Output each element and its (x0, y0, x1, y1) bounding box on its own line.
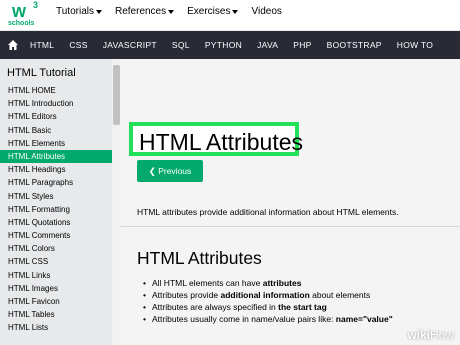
top-nav: Tutorials References Exercises Videos (56, 6, 295, 17)
topics-nav: HTML CSS JAVASCRIPT SQL PYTHON JAVA PHP … (0, 31, 460, 59)
sidebar-item[interactable]: HTML Tables (0, 308, 112, 321)
page-title: HTML Attributes (139, 129, 304, 155)
sidebar-item[interactable]: HTML Formatting (0, 203, 112, 216)
nav-videos-label: Videos (251, 6, 282, 17)
topic-php[interactable]: PHP (293, 40, 311, 50)
scrollbar-thumb[interactable] (113, 65, 120, 125)
divider (121, 226, 460, 227)
sidebar-item[interactable]: HTML Editors (0, 110, 112, 123)
home-icon[interactable] (8, 40, 18, 50)
sidebar: HTML Tutorial HTML HOME HTML Introduction… (0, 59, 112, 345)
sidebar-item[interactable]: HTML Comments (0, 229, 112, 242)
logo-superscript: 3 (33, 0, 39, 10)
sidebar-item[interactable]: HTML Favicon (0, 295, 112, 308)
logo-text: schools (8, 20, 35, 27)
topic-bootstrap[interactable]: BOOTSTRAP (327, 40, 382, 50)
section-title: HTML Attributes (137, 248, 262, 268)
bullet-item: Attributes usually come in name/value pa… (143, 313, 393, 325)
watermark-bold: wiki (407, 328, 430, 342)
nav-tutorials[interactable]: Tutorials (56, 6, 102, 17)
top-bar: w 3 schools Tutorials References Exercis… (0, 0, 460, 31)
sidebar-item[interactable]: HTML Colors (0, 242, 112, 255)
bullet-text: Attributes usually come in name/value pa… (152, 314, 336, 324)
chevron-down-icon (95, 10, 102, 14)
previous-button[interactable]: ❮ Previous (137, 160, 203, 182)
bullet-text-end: about elements (309, 290, 371, 300)
topic-css[interactable]: CSS (69, 40, 87, 50)
topic-python[interactable]: PYTHON (205, 40, 242, 50)
bullet-bold: additional information (220, 290, 310, 300)
bullet-text: All HTML elements can have (152, 278, 263, 288)
bullet-item: Attributes are always specified in the s… (143, 301, 393, 313)
bullet-list: All HTML elements can have attributesAtt… (143, 277, 393, 325)
topic-java[interactable]: JAVA (257, 40, 278, 50)
bullet-text: Attributes provide (152, 290, 221, 300)
highlight-box: HTML Attributes (129, 122, 303, 156)
sidebar-item[interactable]: HTML Links (0, 269, 112, 282)
sidebar-item[interactable]: HTML Introduction (0, 97, 112, 110)
bullet-text: Attributes are always specified in (152, 302, 279, 312)
intro-text: HTML attributes provide additional infor… (137, 207, 399, 217)
main-content: HTML Attributes ❮ Previous HTML attribut… (121, 59, 460, 345)
sidebar-item[interactable]: HTML Lists (0, 321, 112, 334)
sidebar-item[interactable]: HTML Paragraphs (0, 176, 112, 189)
sidebar-item[interactable]: HTML Elements (0, 137, 112, 150)
topic-howto[interactable]: HOW TO (397, 40, 433, 50)
chevron-down-icon (168, 10, 175, 14)
nav-exercises-label: Exercises (187, 6, 231, 17)
sidebar-item[interactable]: HTML CSS (0, 255, 112, 268)
sidebar-item[interactable]: HTML Basic (0, 124, 112, 137)
sidebar-item[interactable]: HTML Images (0, 282, 112, 295)
logo-mark: w (12, 1, 26, 21)
bullet-bold: attributes (262, 278, 302, 288)
topic-html[interactable]: HTML (30, 40, 54, 50)
topic-sql[interactable]: SQL (172, 40, 190, 50)
nav-exercises[interactable]: Exercises (187, 6, 239, 17)
watermark-rest: How (429, 328, 454, 342)
bullet-item: Attributes provide additional informatio… (143, 289, 393, 301)
sidebar-list: HTML HOME HTML Introduction HTML Editors HT… (0, 84, 112, 335)
wikihow-watermark: wikiHow (407, 328, 454, 342)
nav-references-label: References (114, 6, 167, 17)
sidebar-item[interactable]: HTML Headings (0, 163, 112, 176)
sidebar-title: HTML Tutorial (7, 67, 76, 79)
chevron-down-icon (232, 10, 239, 14)
bullet-item: All HTML elements can have attributes (143, 277, 393, 289)
sidebar-item[interactable]: HTML Styles (0, 190, 112, 203)
bullet-bold: the start tag (278, 302, 327, 312)
nav-tutorials-label: Tutorials (56, 6, 94, 17)
sidebar-item[interactable]: HTML Attributes (0, 149, 112, 164)
nav-videos[interactable]: Videos (251, 6, 281, 17)
nav-references[interactable]: References (114, 6, 175, 17)
sidebar-item[interactable]: HTML Quotations (0, 216, 112, 229)
sidebar-scrollbar[interactable] (112, 59, 121, 345)
w3schools-logo[interactable]: w 3 schools (6, 0, 46, 29)
sidebar-item[interactable]: HTML HOME (0, 84, 112, 97)
topic-javascript[interactable]: JAVASCRIPT (103, 40, 157, 50)
bullet-bold: name="value" (335, 314, 393, 324)
